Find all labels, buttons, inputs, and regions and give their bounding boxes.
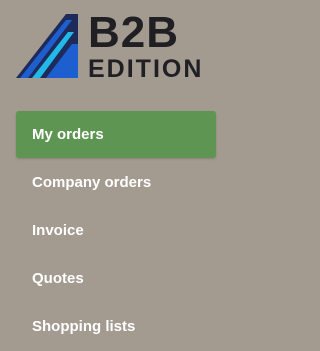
nav-item-label: Company orders [32,174,152,191]
account-nav: My orders Company orders Invoice Quotes … [16,111,216,351]
nav-item-label: My orders [32,126,104,143]
nav-item-shopping-lists[interactable]: Shopping lists [16,303,216,350]
logo-subtitle: EDITION [88,55,204,83]
nav-item-my-orders[interactable]: My orders [16,111,216,158]
b2b-logo-icon [16,14,78,78]
nav-item-label: Invoice [32,222,84,239]
nav-item-label: Shopping lists [32,318,136,335]
nav-item-company-orders[interactable]: Company orders [16,159,216,206]
logo-wordmark: B2B [88,8,180,57]
nav-item-quotes[interactable]: Quotes [16,255,216,302]
nav-item-label: Quotes [32,270,84,287]
brand-logo[interactable]: B2B EDITION [0,0,233,95]
nav-item-invoice[interactable]: Invoice [16,207,216,254]
